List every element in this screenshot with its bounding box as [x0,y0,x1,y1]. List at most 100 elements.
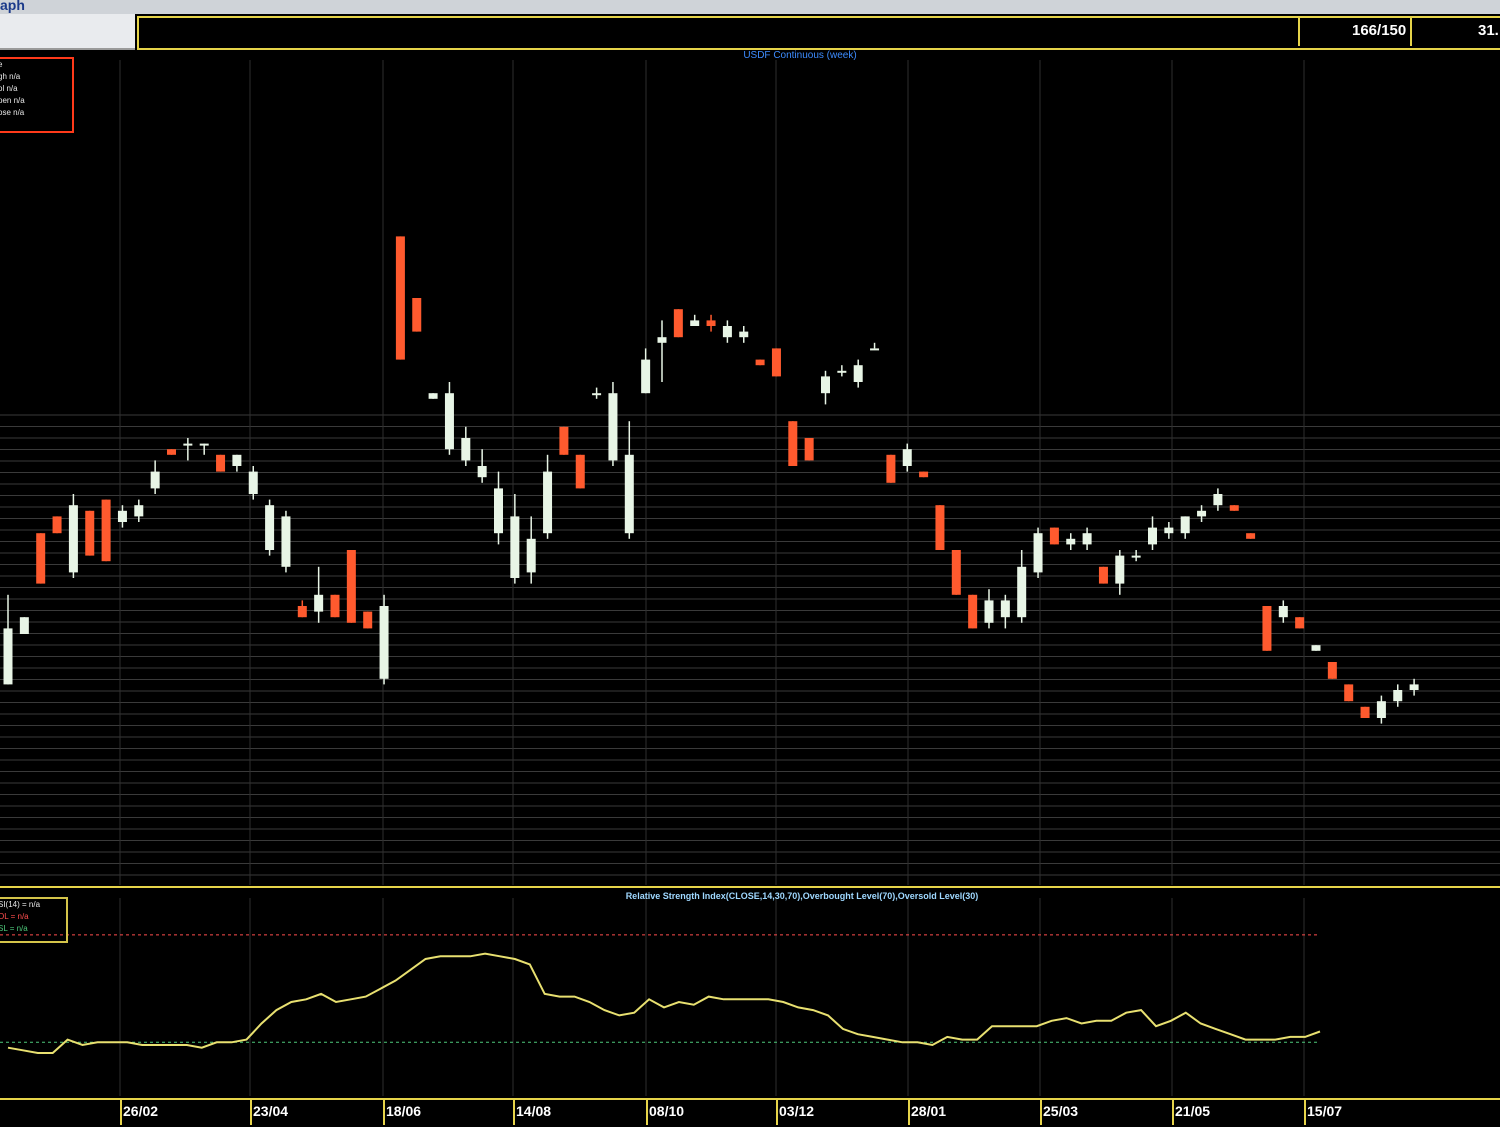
candle-body [477,466,487,478]
candle-body [1393,690,1403,702]
candle-body [1311,645,1321,651]
candle-body [330,594,340,618]
candle-body [886,454,896,483]
candle-body [1278,606,1288,618]
candle-body [608,393,618,461]
candle-body [968,594,978,629]
x-tick-separator [908,1100,910,1125]
x-tick-label: 03/12 [779,1103,815,1119]
candle-body [543,471,553,534]
candle-body [297,606,307,618]
candle-body [1131,555,1141,558]
x-tick-label: 08/10 [649,1103,685,1119]
candle-body [444,393,454,450]
x-tick-label: 25/03 [1043,1103,1079,1119]
candle-body [1327,662,1337,679]
candle-body [1033,533,1043,573]
candle-body [837,370,847,373]
candle-body [1360,706,1370,718]
candle-body [853,365,863,382]
candle-body [902,449,912,466]
candle-body [19,617,29,634]
candle-body [150,471,160,489]
candle-body [199,443,209,446]
candle-body [428,393,438,399]
candle-body [1213,494,1223,506]
x-tick-label: 18/06 [386,1103,422,1119]
candle-body [461,438,471,461]
rsi-line [7,952,1321,1054]
candle-body [3,628,13,685]
candle-body [1017,566,1027,618]
candle-body [395,236,405,360]
candle-body [1148,527,1157,545]
rsi-legend[interactable]: SI(14) = n/a OL = n/a SL = n/a [0,897,68,943]
candle-body [167,449,176,455]
panel-separator [0,886,1500,888]
rsi-legend-line: OL = n/a [0,912,29,921]
rsi-legend-line: SL = n/a [0,924,28,933]
candle-body [739,331,749,338]
candle-body [771,348,781,377]
candle-body [1376,701,1386,718]
candle-body [232,454,242,466]
candle-body [1180,516,1190,534]
x-tick-separator [383,1100,385,1125]
candle-body [1246,533,1256,539]
candle-body [1066,538,1076,545]
candle-body [935,505,945,550]
candle-body [559,426,569,455]
candle-body [346,550,356,623]
candle-body [919,471,929,478]
candle-body [706,320,716,326]
x-tick-separator [513,1100,515,1125]
candle-body [1098,566,1108,584]
candle-body [1000,600,1010,618]
chart-canvas[interactable] [0,0,1500,1125]
candle-body [657,337,667,343]
x-tick-label: 15/07 [1307,1103,1343,1119]
candle-body [216,454,226,472]
x-tick-separator [250,1100,252,1125]
candle-body [1082,533,1092,545]
candle-body [379,606,389,679]
candle-body [281,516,291,567]
candle-body [870,348,880,351]
x-tick-label: 23/04 [253,1103,289,1119]
candle-body [1049,527,1059,545]
candle-body [314,594,324,612]
x-tick-label: 21/05 [1175,1103,1211,1119]
candle-body [183,443,193,446]
candle-body [1344,684,1354,702]
candle-body [526,538,536,573]
candle-body [804,438,814,461]
candle-body [755,359,765,366]
candle-body [101,499,111,562]
candle-body [1409,684,1419,690]
x-tick-label: 14/08 [516,1103,552,1119]
candle-body [722,326,732,338]
x-tick-separator [1304,1100,1306,1125]
candle-body [1262,606,1272,651]
x-tick-separator [646,1100,648,1125]
candle-body [510,516,520,578]
candle-body [821,376,830,394]
candle-body [624,454,634,534]
candle-body [1229,505,1239,511]
candle-body [248,471,258,494]
candle-body [85,510,95,556]
candle-body [494,488,503,534]
candle-body [951,550,961,595]
candle-body [592,393,602,396]
rsi-legend-line: SI(14) = n/a [0,900,41,909]
x-tick-separator [1040,1100,1042,1125]
x-tick-separator [1172,1100,1174,1125]
candle-body [363,611,373,629]
candle-body [575,454,585,489]
rsi-chart-title: Relative Strength Index(CLOSE,14,30,70),… [625,891,979,901]
x-tick-separator [776,1100,778,1125]
candle-body [641,359,651,394]
candle-body [412,298,422,332]
candle-body [690,320,700,326]
candle-body [788,421,798,466]
